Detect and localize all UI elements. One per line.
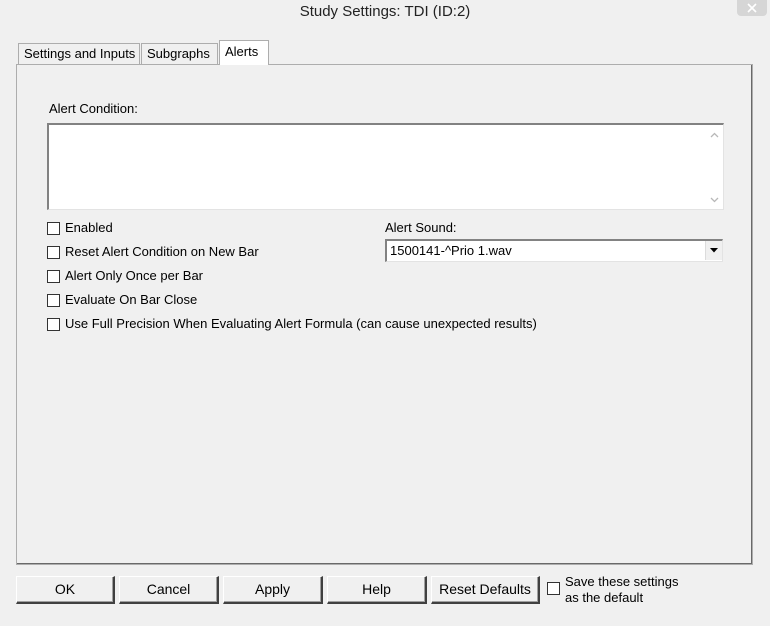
- evaluate-on-bar-close-checkbox[interactable]: [47, 294, 60, 307]
- full-precision-checkbox[interactable]: [47, 318, 60, 331]
- reset-defaults-button[interactable]: Reset Defaults: [431, 576, 540, 604]
- alert-once-per-bar-checkbox[interactable]: [47, 270, 60, 283]
- alert-sound-select[interactable]: 1500141-^Prio 1.wav: [385, 239, 723, 262]
- scroll-down-icon: [710, 197, 719, 202]
- enabled-checkbox[interactable]: [47, 222, 60, 235]
- tab-settings-and-inputs[interactable]: Settings and Inputs: [18, 43, 140, 64]
- scroll-up-icon: [710, 132, 719, 137]
- save-default-line-1: Save these settings: [565, 574, 679, 589]
- alert-sound-dropdown-button[interactable]: [705, 241, 722, 260]
- save-default-label: Save these settings as the default: [565, 574, 678, 606]
- alert-sound-label: Alert Sound:: [385, 220, 457, 235]
- save-default-checkbox[interactable]: [547, 582, 560, 595]
- evaluate-on-bar-close-label: Evaluate On Bar Close: [65, 292, 198, 307]
- alert-once-per-bar-label: Alert Only Once per Bar: [65, 268, 203, 283]
- tab-label: Subgraphs: [147, 46, 210, 61]
- tab-label: Alerts: [225, 44, 259, 59]
- alert-condition-input[interactable]: [47, 123, 724, 210]
- ok-button[interactable]: OK: [16, 576, 115, 604]
- close-icon: [747, 3, 757, 13]
- vertical-scrollbar[interactable]: [706, 125, 723, 209]
- alert-condition-label: Alert Condition:: [49, 101, 138, 116]
- window-title: Study Settings: TDI (ID:2): [299, 3, 471, 20]
- enabled-label: Enabled: [65, 220, 113, 235]
- scroll-down-button[interactable]: [706, 191, 723, 208]
- tab-subgraphs[interactable]: Subgraphs: [141, 43, 218, 64]
- tab-alerts[interactable]: Alerts: [219, 40, 269, 65]
- cancel-button[interactable]: Cancel: [119, 576, 219, 604]
- save-default-line-2: as the default: [565, 590, 644, 605]
- tab-label: Settings and Inputs: [24, 46, 136, 61]
- title-bar: Study Settings: TDI (ID:2): [0, 0, 770, 24]
- reset-alert-condition-label: Reset Alert Condition on New Bar: [65, 244, 259, 259]
- reset-alert-condition-checkbox[interactable]: [47, 246, 60, 259]
- close-button[interactable]: [737, 0, 767, 16]
- scroll-up-button[interactable]: [706, 126, 723, 143]
- full-precision-label: Use Full Precision When Evaluating Alert…: [65, 316, 537, 331]
- apply-button[interactable]: Apply: [223, 576, 323, 604]
- help-button[interactable]: Help: [327, 576, 427, 604]
- chevron-down-icon: [710, 248, 718, 253]
- alert-sound-value: 1500141-^Prio 1.wav: [390, 243, 512, 258]
